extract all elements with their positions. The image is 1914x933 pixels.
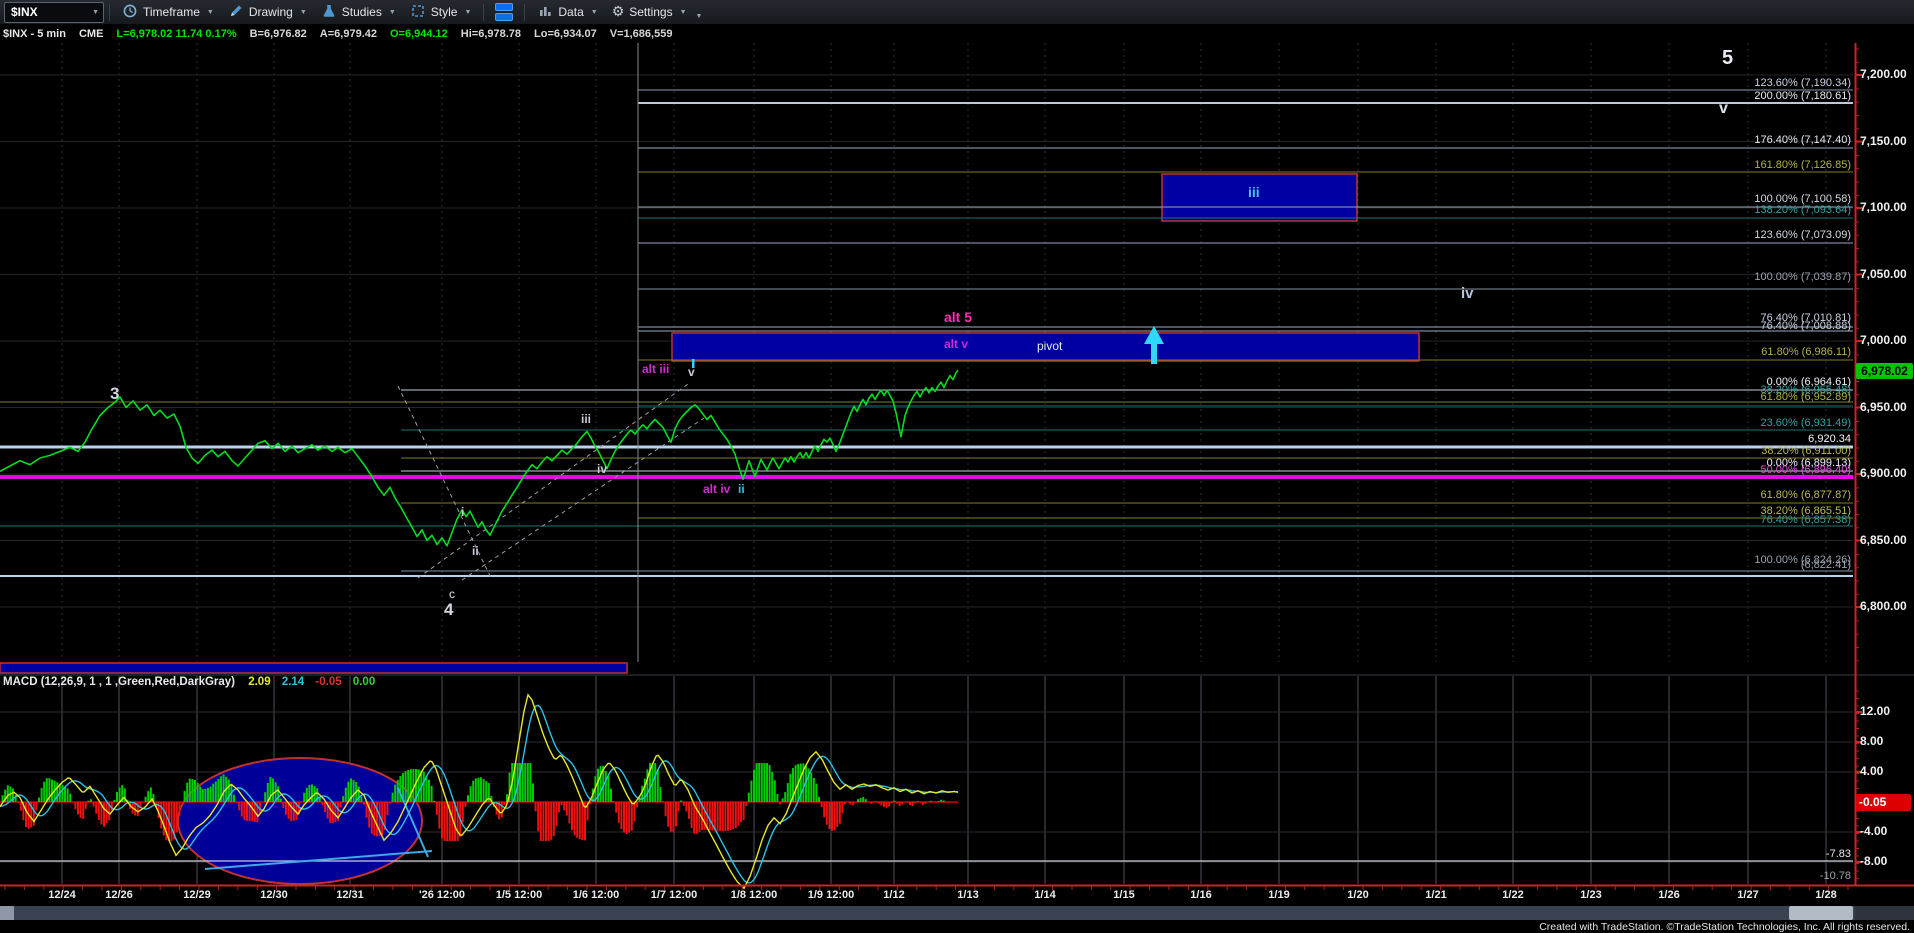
- gear-icon: ⚙: [612, 4, 625, 20]
- flask-icon: [321, 3, 337, 22]
- link-windows-button[interactable]: [489, 1, 519, 23]
- symbol-value: $INX: [11, 5, 38, 19]
- target-zone-box: [1162, 174, 1357, 221]
- macd-value-badge: -0.05: [1856, 794, 1911, 811]
- macd-study-name: MACD (12,26,9, 1 , 1 ,Green,Red,DarkGray…: [3, 676, 235, 688]
- menu-label: Timeframe: [143, 5, 200, 19]
- chevron-down-icon: ▼: [464, 9, 471, 16]
- pencil-icon: [228, 3, 244, 22]
- status-segment: O=6,944.12: [390, 28, 448, 40]
- menu-label: Style: [431, 5, 458, 19]
- up-arrow: [1151, 342, 1157, 364]
- status-segment: $INX - 5 min: [3, 28, 66, 40]
- status-segment: V=1,686,559: [610, 28, 673, 40]
- macd-study-header: MACD (12,26,9, 1 , 1 ,Green,Red,DarkGray…: [3, 677, 375, 689]
- dashed-trendline: [462, 418, 704, 580]
- toolbar-separator: [483, 4, 484, 21]
- status-line: $INX - 5 min CME L=6,978.02 11.74 0.17% B=6…: [0, 26, 1914, 42]
- horizontal-scrollbar[interactable]: [0, 906, 1914, 920]
- chevron-down-icon: ▼: [389, 9, 396, 16]
- menu-data[interactable]: Data ▼: [530, 0, 604, 25]
- toolbar-overflow-chevron[interactable]: ▼: [696, 13, 703, 20]
- pivot-zone-box: [672, 333, 1419, 361]
- chart-canvas[interactable]: [0, 0, 1914, 933]
- chevron-down-icon: ▼: [92, 9, 99, 16]
- menu-label: Data: [558, 5, 583, 19]
- layer-bar-icon: [495, 13, 513, 21]
- dashed-trendline: [418, 384, 688, 578]
- toolbar-separator: [109, 4, 110, 21]
- menu-settings[interactable]: ⚙ Settings ▼: [605, 0, 694, 25]
- chevron-down-icon: ▼: [680, 9, 687, 16]
- macd-line-value: 2.09: [248, 676, 270, 688]
- clock-icon: [122, 3, 138, 22]
- status-segment: A=6,979.42: [320, 28, 377, 40]
- chevron-down-icon: ▼: [207, 9, 214, 16]
- chevron-down-icon: ▼: [300, 9, 307, 16]
- scrollbar-thumb[interactable]: [1789, 906, 1853, 920]
- status-segment: L=6,978.02 11.74 0.17%: [116, 28, 236, 40]
- bar-chart-icon: [537, 3, 553, 22]
- macd-zero-value: 0.00: [353, 676, 375, 688]
- chevron-down-icon: ▼: [591, 9, 598, 16]
- layer-bar-icon: [495, 3, 513, 11]
- scrollbar-corner: [1855, 906, 1914, 920]
- toolbar: $INX ▼ Timeframe ▼ Drawing ▼ Studies ▼ S…: [0, 0, 1914, 25]
- menu-studies[interactable]: Studies ▼: [314, 0, 403, 25]
- last-price-badge: 6,978.02: [1856, 363, 1913, 379]
- style-frame-icon: [410, 3, 426, 22]
- macd-signal-value: 2.14: [282, 676, 304, 688]
- menu-timeframe[interactable]: Timeframe ▼: [115, 0, 221, 25]
- menu-style[interactable]: Style ▼: [403, 0, 479, 25]
- v-tick: [692, 359, 695, 368]
- dashed-trendline: [398, 386, 492, 580]
- menu-label: Drawing: [249, 5, 293, 19]
- menu-drawing[interactable]: Drawing ▼: [221, 0, 314, 25]
- status-segment: B=6,976.82: [250, 28, 307, 40]
- status-segment: CME: [79, 28, 103, 40]
- macd-hist-value: -0.05: [315, 676, 341, 688]
- copyright-text: Created with TradeStation. ©TradeStation…: [1539, 921, 1910, 933]
- bottom-zone-bar: [0, 663, 627, 673]
- menu-label: Studies: [342, 5, 382, 19]
- status-segment: Lo=6,934.07: [534, 28, 597, 40]
- scrollbar-left-cap[interactable]: [0, 906, 14, 920]
- toolbar-separator: [524, 4, 525, 21]
- status-segment: Hi=6,978.78: [461, 28, 521, 40]
- symbol-select[interactable]: $INX ▼: [4, 2, 104, 23]
- menu-label: Settings: [629, 5, 672, 19]
